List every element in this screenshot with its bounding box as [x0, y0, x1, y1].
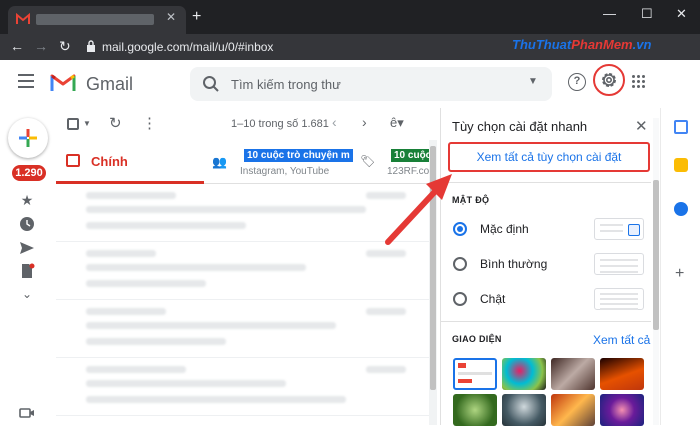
theme-thumbnail[interactable]: [502, 358, 546, 390]
close-window-button[interactable]: ✕: [676, 6, 687, 22]
theme-thumbnail[interactable]: [502, 394, 546, 426]
prev-page-icon[interactable]: ‹: [332, 114, 337, 130]
theme-thumbnail[interactable]: [453, 394, 497, 426]
more-icon[interactable]: ⋮: [142, 114, 157, 132]
reload-icon[interactable]: ↻: [59, 38, 71, 55]
panel-scrollbar-thumb[interactable]: [653, 180, 659, 330]
next-page-icon[interactable]: ›: [362, 114, 367, 130]
tab-primary[interactable]: Chính: [56, 142, 204, 184]
theme-thumbnail[interactable]: [551, 394, 595, 426]
density-compact-radio[interactable]: [453, 292, 467, 306]
draft-icon[interactable]: [19, 263, 35, 279]
theme-thumbnail[interactable]: [600, 394, 644, 426]
annotation-arrow-icon: [385, 174, 452, 245]
theme-see-all-link[interactable]: Xem tất cả: [593, 333, 650, 347]
list-item[interactable]: [56, 300, 430, 358]
gmail-header: Gmail Tìm kiếm trong thư ▼ ?: [0, 60, 700, 108]
meet-icon[interactable]: [19, 405, 35, 421]
url-text: mail.google.com/mail/u/0/#inbox: [102, 40, 274, 54]
list-item[interactable]: [56, 358, 430, 416]
list-item[interactable]: [56, 242, 430, 300]
gmail-favicon-icon: [16, 13, 30, 24]
address-bar-row: ← → ↻ mail.google.com/mail/u/0/#inbox Th…: [0, 34, 700, 60]
density-comfortable-label[interactable]: Bình thường: [480, 257, 547, 271]
density-compact-label[interactable]: Chật: [480, 292, 505, 306]
hamburger-icon[interactable]: [18, 74, 34, 88]
chevron-down-icon[interactable]: ⌄: [19, 287, 35, 303]
plus-icon[interactable]: +: [675, 265, 684, 283]
mail-toolbar: ▼ ↻ ⋮ 1–10 trong số 1.681 ‹ › ê▾: [56, 108, 430, 142]
density-comfortable-radio[interactable]: [453, 257, 467, 271]
social-senders: Instagram, YouTube: [240, 166, 330, 177]
search-icon[interactable]: [202, 75, 220, 93]
refresh-icon[interactable]: ↻: [109, 114, 122, 132]
select-all-checkbox[interactable]: [67, 118, 79, 130]
maximize-button[interactable]: ☐: [641, 6, 653, 22]
theme-heading: GIAO DIỆN: [452, 334, 502, 344]
apps-icon[interactable]: [632, 75, 646, 89]
quick-settings-panel: Tùy chọn cài đặt nhanh ✕ Xem tất cả tùy …: [440, 108, 658, 426]
keep-icon[interactable]: [674, 158, 688, 172]
panel-title: Tùy chọn cài đặt nhanh: [452, 119, 588, 134]
density-default-preview: [594, 218, 644, 240]
send-icon[interactable]: [19, 240, 35, 256]
side-panel-rail: +: [660, 108, 700, 425]
tab-primary-label: Chính: [91, 154, 128, 169]
divider: [441, 182, 651, 183]
density-comfortable-preview: [594, 253, 644, 275]
density-default-label[interactable]: Mặc định: [480, 222, 529, 236]
promo-new-chip[interactable]: 10 cuộc: [391, 149, 430, 162]
inbox-icon: [66, 154, 80, 167]
density-compact-preview: [594, 288, 644, 310]
forward-arrow-icon[interactable]: →: [34, 38, 48, 54]
gear-icon[interactable]: [599, 70, 619, 90]
watermark-logo: ThuThuatPhanMem.vn: [512, 37, 652, 52]
new-tab-button[interactable]: +: [192, 8, 201, 26]
inbox-unread-count[interactable]: 1.290: [12, 165, 46, 181]
people-icon[interactable]: 👥: [212, 155, 227, 169]
star-icon[interactable]: ★: [19, 192, 35, 208]
theme-thumbnail[interactable]: [551, 358, 595, 390]
gmail-logo[interactable]: [50, 72, 76, 92]
lock-icon: [87, 40, 95, 52]
theme-default-thumbnail[interactable]: [453, 358, 497, 390]
search-options-icon[interactable]: ▼: [528, 76, 538, 87]
back-arrow-icon[interactable]: ←: [10, 38, 24, 54]
tab-title-blurred: [36, 14, 154, 25]
inbox-tabs: Chính 👥 10 cuộc trò chuyện m Instagram, …: [56, 142, 438, 184]
close-icon[interactable]: ✕: [635, 117, 648, 135]
browser-tab-bar: ✕ + — ☐ ✕: [0, 0, 700, 34]
clock-icon[interactable]: [19, 216, 35, 232]
see-all-settings-button[interactable]: Xem tất cả tùy chọn cài đặt: [448, 142, 650, 172]
social-new-chip[interactable]: 10 cuộc trò chuyện m: [244, 149, 353, 162]
compose-button[interactable]: [8, 118, 48, 158]
input-tools-icon[interactable]: ê▾: [390, 115, 404, 131]
minimize-button[interactable]: —: [603, 6, 616, 21]
list-item[interactable]: [56, 184, 430, 242]
tab-close-icon[interactable]: ✕: [166, 10, 176, 24]
search-bar[interactable]: Tìm kiếm trong thư ▼: [190, 67, 552, 101]
tag-icon[interactable]: 🏷: [360, 154, 375, 168]
gmail-wordmark: Gmail: [86, 74, 134, 94]
tasks-icon[interactable]: [674, 202, 688, 216]
compose-icon: [19, 129, 37, 147]
pagination-text: 1–10 trong số 1.681: [231, 118, 329, 130]
avatar[interactable]: [664, 71, 686, 93]
search-input[interactable]: Tìm kiếm trong thư: [231, 77, 341, 92]
browser-tab[interactable]: ✕: [8, 6, 186, 34]
calendar-icon[interactable]: [674, 120, 688, 134]
divider: [441, 321, 651, 322]
theme-thumbnail[interactable]: [600, 358, 644, 390]
help-icon[interactable]: ?: [568, 73, 586, 91]
select-caret-icon[interactable]: ▼: [83, 119, 91, 128]
email-list: [56, 184, 430, 425]
